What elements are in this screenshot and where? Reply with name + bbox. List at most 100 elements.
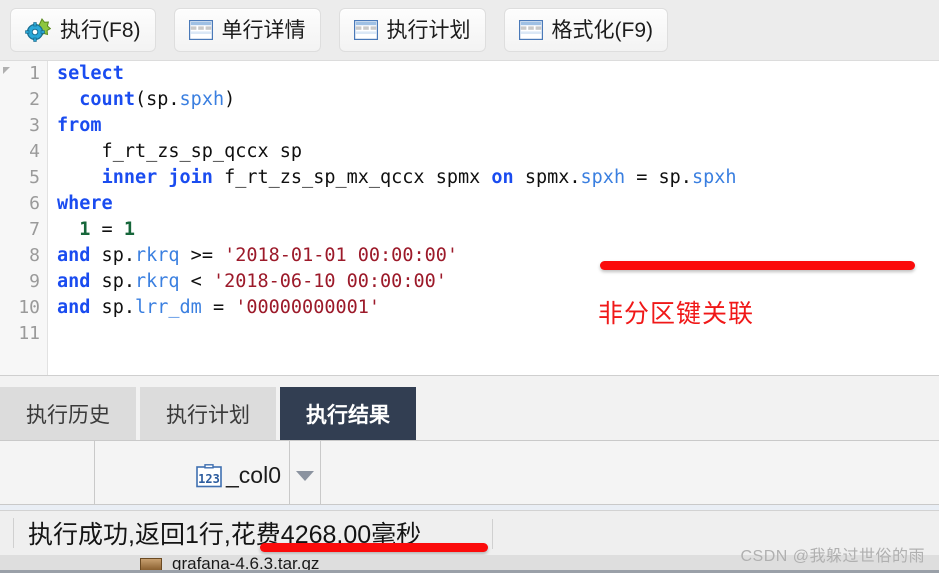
column-header-label: _col0 (226, 462, 281, 488)
sql-code[interactable]: select count(sp.spxh) from f_rt_zs_sp_qcc… (49, 61, 939, 375)
tab-0[interactable]: 执行历史 (0, 387, 136, 441)
code-token: rkrq (134, 245, 180, 266)
code-token: from (57, 115, 102, 136)
table-icon (188, 19, 213, 41)
execute-button-label: 执行(F8) (60, 18, 141, 42)
code-token: f_rt_zs_sp_qccx sp (57, 141, 303, 162)
execute-button[interactable]: 执行(F8) (10, 8, 156, 52)
code-token: . (168, 89, 180, 110)
tab-label: 执行历史 (26, 404, 110, 427)
code-token: where (57, 193, 113, 214)
code-token: sp (146, 89, 169, 110)
code-token: lrr_dm (134, 297, 202, 318)
code-token: . (123, 297, 135, 318)
table-icon (518, 19, 543, 41)
code-token: ( (134, 89, 147, 110)
code-line: count(sp.spxh) (49, 87, 939, 113)
code-token: sp (90, 271, 124, 292)
line-number: 2 (29, 89, 40, 110)
row-detail-button-label: 单行详情 (221, 18, 306, 42)
code-token: sp (90, 297, 124, 318)
numeric-123-icon: 123 (196, 463, 222, 488)
code-token: = (625, 167, 659, 188)
code-token: = (201, 297, 236, 318)
code-token: spxh (691, 167, 737, 188)
code-token: 1 (123, 219, 135, 240)
format-button[interactable]: 格式化(F9) (503, 8, 668, 52)
line-numbers: 1 2 3 4 5 6 7 8 9 10 11 (0, 61, 47, 347)
editor-annotation: 非分区键关联 (598, 299, 755, 328)
code-token: ) (224, 89, 236, 110)
tab-1[interactable]: 执行计划 (140, 387, 276, 441)
code-token: inner join (101, 167, 213, 188)
run-gear-icon (25, 17, 52, 43)
result-tabbar: 执行历史 执行计划 执行结果 (0, 375, 939, 441)
code-token: < (179, 271, 213, 292)
line-number: 3 (29, 115, 40, 136)
code-token: . (680, 167, 692, 188)
explain-plan-button[interactable]: 执行计划 (338, 8, 486, 52)
code-line: from (49, 113, 939, 139)
code-token: sp (90, 245, 124, 266)
code-token: spxh (580, 167, 626, 188)
tab-label: 执行结果 (306, 404, 390, 427)
explain-plan-button-label: 执行计划 (386, 18, 471, 42)
code-line: 1 = 1 (49, 217, 939, 243)
tab-2[interactable]: 执行结果 (280, 387, 416, 441)
code-line: inner join f_rt_zs_sp_mx_qccx spmx on sp… (49, 165, 939, 191)
code-token: >= (179, 245, 225, 266)
line-number: 10 (18, 297, 40, 318)
code-token: . (123, 245, 135, 266)
line-number: 4 (29, 141, 40, 162)
result-grid[interactable]: 123 _col0 (0, 440, 939, 510)
table-icon (353, 19, 378, 41)
code-token: count (79, 89, 135, 110)
code-token: select (57, 63, 124, 84)
code-token: spxh (179, 89, 225, 110)
code-line: select (49, 61, 939, 87)
row-number-column-header[interactable] (0, 441, 95, 510)
column-header-col0[interactable]: 123 _col0 (95, 441, 290, 510)
sql-editor[interactable]: 1 2 3 4 5 6 7 8 9 10 11 select count(sp.spxh) from … (0, 61, 939, 375)
code-token: '00000000001' (235, 297, 381, 318)
watermark: CSDN @我躲过世俗的雨 (740, 548, 925, 565)
code-token: '2018-01-01 00:00:00' (224, 245, 459, 266)
code-token: . (123, 271, 135, 292)
code-token: and (57, 297, 91, 318)
code-token: on (491, 167, 514, 188)
fold-caret-icon[interactable] (3, 67, 10, 74)
code-token: f_rt_zs_sp_mx_qccx spmx (212, 167, 492, 188)
code-line: and sp.lrr_dm = '00000000001' (49, 295, 939, 321)
code-token: '2018-06-10 00:00:00' (212, 271, 447, 292)
code-line: and sp.rkrq < '2018-06-10 00:00:00' (49, 269, 939, 295)
chevron-down-icon (296, 470, 314, 481)
editor-red-underline (600, 261, 915, 270)
line-number: 1 (29, 63, 40, 84)
status-divider (0, 518, 14, 548)
code-token: rkrq (134, 271, 180, 292)
line-number-gutter: 1 2 3 4 5 6 7 8 9 10 11 (0, 61, 48, 375)
line-number: 6 (29, 193, 40, 214)
code-line: where (49, 191, 939, 217)
code-token: 1 (79, 219, 91, 240)
column-menu-button[interactable] (290, 441, 321, 510)
code-token: . (569, 167, 581, 188)
status-divider-right (492, 519, 493, 549)
format-button-label: 格式化(F9) (551, 18, 654, 42)
status-red-underline (260, 543, 488, 552)
grid-empty-area (321, 441, 939, 510)
result-grid-header: 123 _col0 (0, 441, 939, 510)
code-token: sp (658, 167, 681, 188)
sql-client-window: 执行(F8) 单行详情 执行计划 格式化(F9) 1 2 3 4 5 6 7 8… (0, 0, 939, 573)
line-number: 11 (18, 323, 40, 344)
tab-label: 执行计划 (166, 404, 250, 427)
line-number: 5 (29, 167, 40, 188)
line-number: 8 (29, 245, 40, 266)
svg-text:123: 123 (198, 472, 220, 486)
code-line: f_rt_zs_sp_qccx sp (49, 139, 939, 165)
row-detail-button[interactable]: 单行详情 (173, 8, 321, 52)
